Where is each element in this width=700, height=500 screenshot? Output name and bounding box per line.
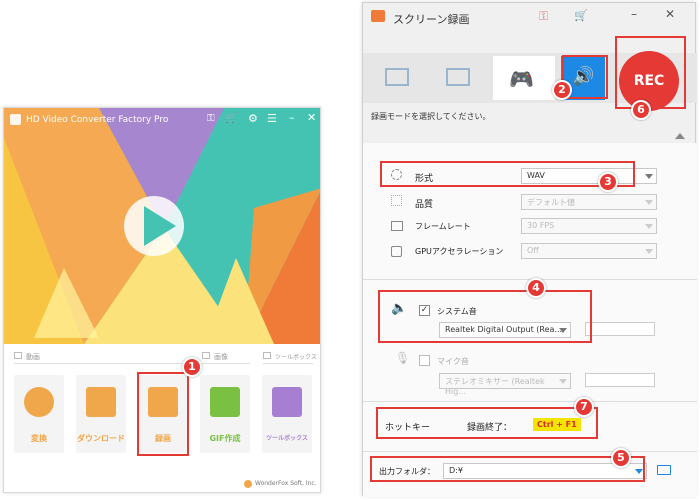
marker-4: 4 [526,278,546,298]
framerate-select[interactable]: 30 FPS [521,218,657,234]
fullscreen-icon [446,68,470,86]
video-section-icon [14,352,22,359]
window-title: スクリーン録画 [393,13,470,26]
tile-label: 変換 [31,434,47,443]
highlight-box-5 [370,456,645,482]
tile-label: ツールボックス [266,435,308,442]
mode-region[interactable] [367,56,425,100]
quality-value: デフォルト値 [527,198,575,207]
tile-label: ダウンロード [77,434,125,443]
mic-checkbox[interactable] [419,355,430,366]
marker-2: 2 [552,80,572,100]
section-image: 画像 [214,353,228,361]
highlight-box-6 [615,36,686,109]
minimize-icon[interactable]: – [631,7,637,21]
collapse-arrow-icon[interactable] [675,133,685,139]
divider [263,363,313,364]
region-icon [385,68,409,86]
framerate-label: フレームレート [415,222,471,231]
quality-icon [391,195,402,206]
tile-label: GIF作成 [209,434,241,443]
divider [202,363,250,364]
framerate-icon [391,221,403,231]
title-bar: HD Video Converter Factory Pro ⚿ 🛒 ⚙ ☰ –… [4,108,320,132]
gpu-select[interactable]: Off [521,243,657,259]
close-icon[interactable]: ✕ [307,111,316,124]
chevron-down-icon [559,379,567,384]
gear-icon[interactable]: ⚙ [248,112,258,125]
divider [14,363,188,364]
quality-label: 品質 [415,200,434,210]
toolbox-section-icon [263,352,271,359]
menu-icon[interactable]: ☰ [267,112,277,125]
mode-game[interactable]: 🎮 [493,56,555,100]
image-section-icon [202,352,210,359]
gpu-icon [391,246,402,257]
marker-1: 1 [182,357,202,377]
framerate-value: 30 FPS [527,221,555,230]
highlight-box-3 [380,161,635,187]
gpu-value: Off [527,246,539,255]
section-toolbox: ツールボックス [275,354,317,361]
key-icon[interactable]: ⚿ [539,9,548,24]
gpu-label: GPUアクセラレーション [415,247,504,256]
section-video: 動画 [26,353,40,361]
key-icon[interactable]: ⚿ [207,113,215,124]
chevron-down-icon [645,200,653,205]
marker-7: 7 [574,397,594,417]
tile-convert[interactable]: 変換 [14,375,64,453]
footer-text: WonderFox Soft, Inc. [255,480,317,487]
chevron-down-icon [645,174,653,179]
divider [363,401,697,402]
mode-fullscreen[interactable] [428,56,486,100]
highlight-box-1 [137,372,189,456]
download-icon [86,387,116,417]
divider [363,451,697,452]
wonderfox-logo-icon [244,480,252,488]
mode-hint: 録画モードを選択してください。 [371,112,491,121]
mic-label: マイク音 [437,357,469,366]
folder-icon[interactable] [657,465,671,475]
highlight-box-4 [378,290,592,343]
toolbox-icon [272,387,302,417]
quality-select[interactable]: デフォルト値 [521,194,657,210]
mic-device-select[interactable]: ステレオミキサー (Realtek Hig... [439,373,571,396]
tile-toolbox[interactable]: ツールボックス [262,375,312,453]
app-logo-icon [10,114,21,125]
marker-5: 5 [611,448,631,468]
mic-volume-slider[interactable] [585,373,655,387]
banner-art [4,108,320,344]
cart-icon[interactable]: 🛒 [574,9,588,22]
chevron-down-icon [645,224,653,229]
minimize-icon[interactable]: – [289,111,295,124]
tile-download[interactable]: ダウンロード [76,375,126,453]
chevron-down-icon [645,249,653,254]
mic-icon: 🎙 [395,351,411,365]
marker-6: 6 [631,100,651,120]
recorder-logo-icon [371,10,385,22]
film-icon [24,387,54,417]
cart-icon[interactable]: 🛒 [225,113,237,124]
system-volume-slider[interactable] [585,322,655,336]
app-title: HD Video Converter Factory Pro [26,115,169,125]
highlight-box-7 [376,407,598,439]
tile-gif[interactable]: GIF作成 [200,375,250,453]
close-icon[interactable]: ✕ [665,7,675,21]
gamepad-icon: 🎮 [509,67,534,91]
marker-3: 3 [598,172,618,192]
image-icon [210,387,240,417]
